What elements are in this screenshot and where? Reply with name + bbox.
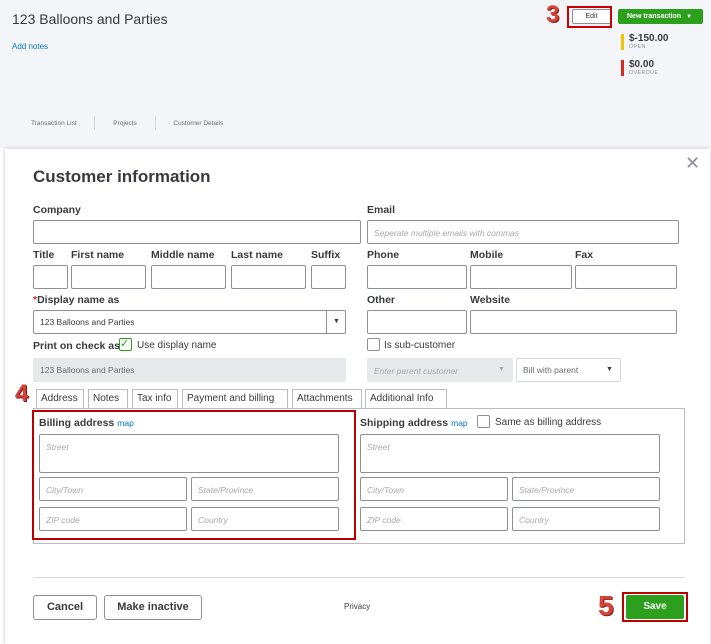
shipping-address-heading: Shipping address map bbox=[360, 417, 468, 429]
open-indicator-bar bbox=[621, 34, 624, 50]
customer-title: 123 Balloons and Parties bbox=[12, 11, 168, 27]
tab-tax-info[interactable]: Tax info bbox=[132, 389, 178, 408]
first-name-label: First name bbox=[71, 249, 125, 261]
tab-transaction-list[interactable]: Transaction List bbox=[31, 120, 77, 127]
other-input[interactable] bbox=[367, 310, 467, 334]
shipping-country-placeholder: Country bbox=[519, 515, 549, 525]
bill-with-parent-select[interactable]: Bill with parent ▼ bbox=[516, 358, 621, 382]
customer-tabs: Transaction List Projects Customer Detai… bbox=[31, 116, 223, 130]
middle-name-input[interactable] bbox=[151, 265, 226, 289]
tab-customer-details[interactable]: Customer Details bbox=[173, 120, 223, 127]
fax-label: Fax bbox=[575, 249, 594, 261]
customer-page-header: 123 Balloons and Parties Add notes 3 Edi… bbox=[0, 0, 711, 148]
save-button[interactable]: Save bbox=[626, 595, 684, 619]
step-5-marker: 5 bbox=[598, 590, 614, 621]
title-input[interactable] bbox=[33, 265, 68, 289]
company-input[interactable] bbox=[33, 220, 361, 244]
phone-input[interactable] bbox=[367, 265, 467, 289]
shipping-city-placeholder: City/Town bbox=[367, 485, 405, 495]
open-amount-block: $-150.00 OPEN bbox=[629, 33, 668, 50]
new-transaction-label: New transaction bbox=[627, 13, 682, 20]
middle-name-label: Middle name bbox=[151, 249, 215, 261]
print-on-check-value: 123 Balloons and Parties bbox=[40, 365, 135, 375]
cancel-button[interactable]: Cancel bbox=[33, 595, 97, 620]
tab-projects[interactable]: Projects bbox=[113, 120, 136, 127]
sub-customer-checkbox[interactable] bbox=[367, 338, 380, 351]
privacy-link[interactable]: Privacy bbox=[344, 602, 370, 611]
last-name-label: Last name bbox=[231, 249, 283, 261]
suffix-input[interactable] bbox=[311, 265, 346, 289]
step-4-marker: 4 bbox=[15, 380, 29, 407]
tab-additional-info[interactable]: Additional Info bbox=[365, 389, 447, 408]
edit-highlight-box bbox=[567, 6, 612, 28]
step-3-marker: 3 bbox=[546, 1, 560, 28]
open-amount: $-150.00 bbox=[629, 33, 669, 44]
website-label: Website bbox=[470, 294, 511, 306]
chevron-down-icon: ▼ bbox=[686, 14, 693, 20]
select-divider bbox=[326, 311, 327, 333]
title-label: Title bbox=[33, 249, 55, 261]
phone-label: Phone bbox=[367, 249, 400, 261]
overdue-indicator-bar bbox=[621, 60, 624, 76]
tab-notes[interactable]: Notes bbox=[88, 389, 128, 408]
sub-customer-label: Is sub-customer bbox=[384, 340, 456, 351]
billing-highlight-box bbox=[32, 410, 356, 540]
email-placeholder: Seperate multiple emails with commas bbox=[374, 228, 520, 238]
customer-information-dialog: ✕ Customer information Company Email Sep… bbox=[5, 149, 710, 644]
use-display-name-label: Use display name bbox=[137, 340, 217, 351]
open-label: OPEN bbox=[629, 44, 646, 50]
shipping-city-input[interactable]: City/Town bbox=[360, 477, 508, 501]
shipping-zip-input[interactable]: ZIP code bbox=[360, 507, 508, 531]
close-icon[interactable]: ✕ bbox=[685, 154, 700, 172]
chevron-down-icon[interactable]: ▼ bbox=[333, 318, 340, 325]
display-name-select[interactable]: 123 Balloons and Parties ▼ bbox=[33, 310, 346, 334]
display-name-label: *Display name as bbox=[33, 294, 120, 306]
overdue-amount-block: $0.00 OVERDUE bbox=[629, 59, 658, 76]
make-inactive-button[interactable]: Make inactive bbox=[104, 595, 202, 620]
add-notes-link[interactable]: Add notes bbox=[12, 42, 48, 51]
new-transaction-button[interactable]: New transaction ▼ bbox=[618, 9, 703, 24]
email-input[interactable]: Seperate multiple emails with commas bbox=[367, 220, 679, 244]
overdue-amount: $0.00 bbox=[629, 59, 655, 70]
print-on-check-input[interactable]: 123 Balloons and Parties bbox=[33, 358, 346, 382]
tab-payment-and-billing[interactable]: Payment and billing bbox=[182, 389, 288, 408]
other-label: Other bbox=[367, 294, 396, 306]
tab-attachments[interactable]: Attachments bbox=[292, 389, 362, 408]
first-name-input[interactable] bbox=[71, 265, 146, 289]
shipping-street-input[interactable]: Street bbox=[360, 434, 660, 473]
last-name-input[interactable] bbox=[231, 265, 306, 289]
parent-customer-select[interactable]: Enter parent customer ▼ bbox=[367, 358, 513, 382]
dialog-title: Customer information bbox=[33, 167, 211, 186]
display-name-value: 123 Balloons and Parties bbox=[40, 317, 135, 327]
company-label: Company bbox=[33, 204, 81, 216]
shipping-country-input[interactable]: Country bbox=[512, 507, 660, 531]
bill-with-parent-value: Bill with parent bbox=[523, 365, 579, 375]
use-display-name-checkbox[interactable]: ✓ bbox=[119, 338, 132, 351]
website-input[interactable] bbox=[470, 310, 677, 334]
chevron-down-icon: ▼ bbox=[606, 366, 613, 373]
shipping-state-placeholder: State/Province bbox=[519, 485, 575, 495]
tab-address[interactable]: Address bbox=[36, 389, 84, 408]
footer-divider bbox=[33, 577, 685, 578]
checkmark-icon: ✓ bbox=[120, 338, 130, 350]
suffix-label: Suffix bbox=[311, 249, 341, 261]
parent-customer-placeholder: Enter parent customer bbox=[374, 366, 459, 376]
email-label: Email bbox=[367, 204, 396, 216]
mobile-label: Mobile bbox=[470, 249, 504, 261]
mobile-input[interactable] bbox=[470, 265, 572, 289]
shipping-street-placeholder: Street bbox=[367, 442, 390, 452]
shipping-zip-placeholder: ZIP code bbox=[367, 515, 401, 525]
fax-input[interactable] bbox=[575, 265, 677, 289]
overdue-label: OVERDUE bbox=[629, 70, 659, 76]
shipping-state-input[interactable]: State/Province bbox=[512, 477, 660, 501]
same-as-billing-checkbox[interactable] bbox=[477, 415, 490, 428]
print-on-check-label: Print on check as bbox=[33, 340, 120, 352]
tab-divider bbox=[94, 116, 96, 130]
shipping-map-link[interactable]: map bbox=[451, 418, 468, 428]
same-as-billing-label: Same as billing address bbox=[495, 417, 602, 428]
chevron-down-icon: ▼ bbox=[498, 366, 505, 373]
tab-divider bbox=[154, 116, 156, 130]
